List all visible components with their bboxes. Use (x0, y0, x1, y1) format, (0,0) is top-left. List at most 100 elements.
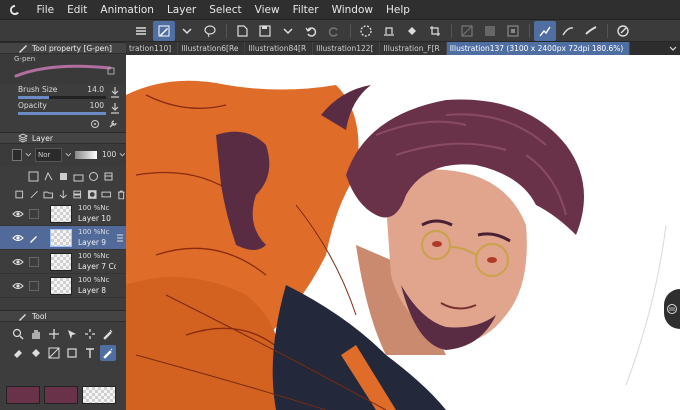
chevron-down-icon[interactable] (119, 151, 126, 159)
operation-tool-icon[interactable] (64, 326, 80, 342)
new-vector-layer-icon[interactable] (29, 189, 40, 200)
brush-tool-icon[interactable] (153, 20, 175, 41)
auto-select-tool-icon[interactable] (82, 326, 98, 342)
redo-icon[interactable] (323, 21, 345, 41)
reference-layer-icon[interactable] (43, 171, 54, 182)
brush-stroke-icon[interactable] (580, 21, 602, 41)
show-selection-icon[interactable] (502, 21, 524, 41)
layer-name[interactable]: Layer 10 (78, 214, 116, 223)
eye-icon[interactable] (12, 209, 24, 219)
text-tool-icon[interactable] (82, 345, 98, 361)
fill-tool-icon[interactable] (28, 345, 44, 361)
clip-layer-icon[interactable] (28, 171, 39, 182)
new-layer-icon[interactable] (14, 189, 25, 200)
hand-tool-icon[interactable] (28, 326, 44, 342)
palette-icon[interactable] (88, 171, 99, 182)
undo-icon[interactable] (300, 21, 322, 41)
layer-lock-box[interactable] (29, 281, 39, 291)
stabilization-icon[interactable] (534, 20, 556, 41)
brush-size-slider[interactable]: Brush Size 14.0 (0, 84, 126, 100)
layer-name[interactable]: Layer 9 (78, 238, 116, 247)
brush-size-value[interactable]: 14.0 (87, 85, 104, 94)
merge-icon[interactable] (72, 189, 83, 200)
hamburger-menu-icon[interactable] (130, 21, 152, 41)
tabs-overflow-chevron-icon[interactable] (666, 42, 680, 55)
lock-transparency-icon[interactable] (73, 171, 84, 182)
deselect-icon[interactable] (456, 21, 478, 41)
menu-help[interactable]: Help (379, 0, 416, 20)
layer-name[interactable]: Layer 7 Co (78, 262, 116, 271)
tab-illustration6[interactable]: Illustration6[Re (178, 42, 246, 55)
main-color-swatch[interactable] (6, 386, 40, 404)
gradient-tool-icon[interactable] (46, 345, 62, 361)
chevron-down-icon[interactable] (277, 21, 299, 41)
clip-studio-icon[interactable] (0, 0, 30, 20)
fill-bucket-icon[interactable] (401, 21, 423, 41)
layer-lock-box[interactable] (29, 257, 39, 267)
eyedropper-tool-icon[interactable] (100, 326, 116, 342)
wrench-icon[interactable] (108, 119, 118, 129)
transfer-down-icon[interactable] (58, 189, 69, 200)
chevron-down-icon[interactable] (25, 151, 32, 159)
layer-opacity-bar[interactable] (75, 151, 97, 159)
layer-row[interactable]: 100 %Nc Layer 9 (0, 226, 126, 250)
zoom-tool-icon[interactable] (10, 326, 26, 342)
layer-lock-box[interactable] (29, 209, 39, 219)
menu-filter[interactable]: Filter (286, 0, 325, 20)
drag-handle-icon[interactable] (117, 233, 123, 243)
menu-view[interactable]: View (248, 0, 286, 20)
menu-select[interactable]: Select (203, 0, 248, 20)
tab-illustration110[interactable]: tration110] (126, 42, 179, 55)
eye-icon[interactable] (12, 281, 24, 291)
layer-row[interactable]: 100 %Nc Layer 10 (0, 202, 126, 226)
menu-layer[interactable]: Layer (160, 0, 202, 20)
trash-icon[interactable] (116, 189, 127, 200)
chevron-down-icon[interactable] (65, 151, 72, 159)
clip-studio-logo-icon[interactable] (612, 21, 634, 41)
opacity-slider[interactable]: Opacity 100 (0, 100, 126, 116)
menu-window[interactable]: Window (325, 0, 379, 20)
mask-icon[interactable] (87, 189, 98, 200)
menu-file[interactable]: File (30, 0, 61, 20)
sub-color-swatch[interactable] (44, 386, 78, 404)
drawing-canvas[interactable] (126, 55, 680, 410)
move-tool-icon[interactable] (46, 326, 62, 342)
pen-tool-icon[interactable] (100, 345, 116, 361)
blend-mode-select[interactable]: Nor (35, 148, 63, 162)
pen-pressure-icon[interactable] (557, 21, 579, 41)
lasso-icon[interactable] (199, 21, 221, 41)
layer-color-swatch[interactable] (12, 149, 23, 161)
opacity-value[interactable]: 100 (90, 101, 104, 110)
eraser-tool-icon[interactable] (10, 345, 26, 361)
tab-illustration137[interactable]: Illustration137 (3100 x 2400px 72dpi 180… (446, 42, 631, 55)
new-folder-icon[interactable] (43, 189, 54, 200)
eye-icon[interactable] (12, 233, 24, 243)
opacity-track[interactable] (18, 112, 106, 115)
brush-size-track[interactable] (18, 96, 106, 99)
tab-illustration122[interactable]: Illustration122[ (313, 42, 381, 55)
menu-edit[interactable]: Edit (61, 0, 94, 20)
tab-illustration84[interactable]: Illustration84[R (245, 42, 314, 55)
pen-icon[interactable] (29, 233, 39, 243)
menu-animation[interactable]: Animation (94, 0, 161, 20)
crop-icon[interactable] (424, 21, 446, 41)
layer-row[interactable]: 100 %Nc Layer 8 (0, 274, 126, 298)
layer-opacity-value[interactable]: 100 (100, 148, 116, 162)
settings-icon[interactable] (90, 119, 100, 129)
draft-layer-icon[interactable] (58, 171, 69, 182)
layer-settings-icon[interactable] (103, 171, 114, 182)
clear-icon[interactable] (378, 21, 400, 41)
tab-illustration-f[interactable]: Illustration_F[R (380, 42, 447, 55)
layer-row[interactable]: 100 %Nc Layer 7 Co (0, 250, 126, 274)
download-icon[interactable] (110, 86, 120, 98)
eye-icon[interactable] (12, 257, 24, 267)
invert-selection-icon[interactable] (479, 21, 501, 41)
download-icon[interactable] (110, 102, 120, 114)
ruler-icon[interactable] (101, 189, 112, 200)
figure-tool-icon[interactable] (64, 345, 80, 361)
save-icon[interactable] (254, 21, 276, 41)
loading-spinner-icon[interactable] (355, 21, 377, 41)
new-file-icon[interactable] (231, 21, 253, 41)
chevron-down-icon[interactable] (176, 21, 198, 41)
layer-name[interactable]: Layer 8 (78, 286, 116, 295)
